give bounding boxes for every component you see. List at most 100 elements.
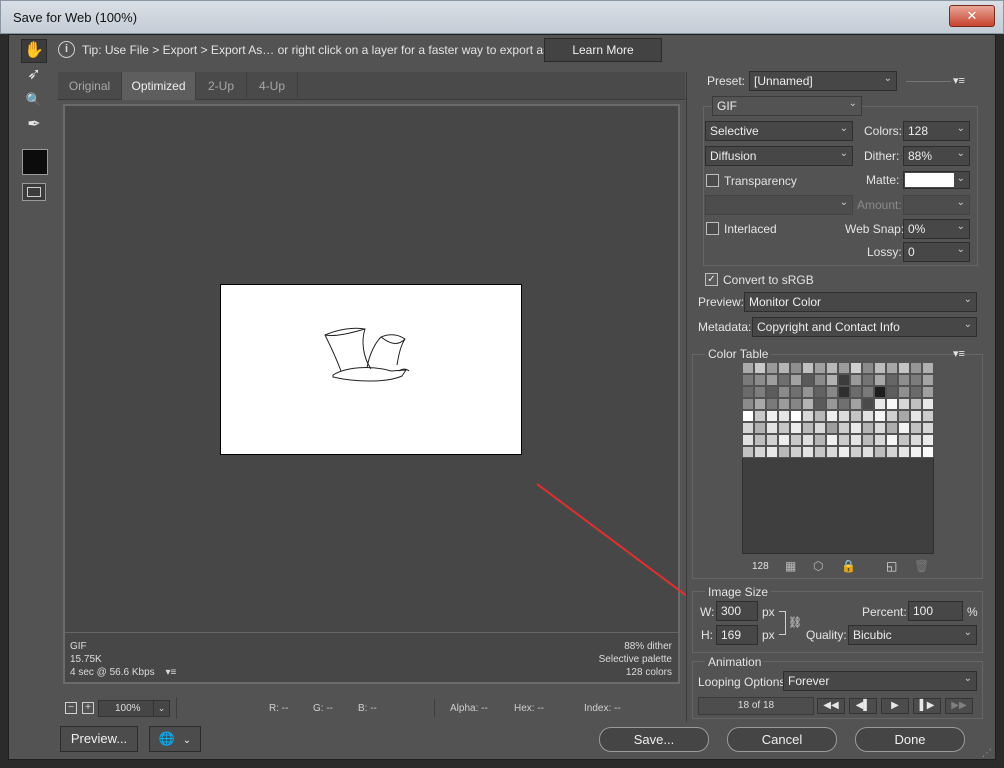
color-swatch[interactable] xyxy=(754,398,766,410)
color-swatch[interactable] xyxy=(754,386,766,398)
resize-grip-icon[interactable]: ⋰ xyxy=(982,748,992,759)
color-swatch[interactable] xyxy=(742,398,754,410)
color-swatch[interactable] xyxy=(742,446,754,458)
color-swatch[interactable] xyxy=(802,398,814,410)
color-swatch[interactable] xyxy=(922,398,934,410)
color-swatch[interactable] xyxy=(838,422,850,434)
color-swatch[interactable] xyxy=(922,422,934,434)
color-swatch[interactable] xyxy=(778,386,790,398)
color-swatch[interactable] xyxy=(814,434,826,446)
color-swatch[interactable] xyxy=(862,410,874,422)
color-swatch[interactable] xyxy=(742,374,754,386)
color-swatch[interactable] xyxy=(898,362,910,374)
color-swatch[interactable] xyxy=(790,434,802,446)
color-swatch[interactable] xyxy=(766,434,778,446)
color-swatch[interactable] xyxy=(922,446,934,458)
color-swatch[interactable] xyxy=(850,434,862,446)
color-reduction-dropdown[interactable]: Selective ⌄ xyxy=(705,121,853,141)
color-swatch[interactable] xyxy=(922,374,934,386)
color-swatch[interactable] xyxy=(898,422,910,434)
color-swatch[interactable] xyxy=(742,410,754,422)
browser-preview-dropdown[interactable]: 🌐 ⌄ xyxy=(149,726,201,752)
matte-dropdown[interactable]: ⌄ xyxy=(903,171,970,189)
preset-dropdown[interactable]: [Unnamed] ⌄ xyxy=(749,71,897,91)
metadata-dropdown[interactable]: Copyright and Contact Info ⌄ xyxy=(752,317,977,337)
color-swatch[interactable] xyxy=(886,362,898,374)
color-swatch[interactable] xyxy=(874,386,886,398)
color-swatch[interactable] xyxy=(754,434,766,446)
color-swatch[interactable] xyxy=(742,434,754,446)
color-swatch[interactable] xyxy=(802,422,814,434)
color-swatch[interactable] xyxy=(766,422,778,434)
done-button[interactable]: Done xyxy=(855,727,965,752)
color-swatch[interactable] xyxy=(778,362,790,374)
color-swatch[interactable] xyxy=(838,374,850,386)
color-swatch[interactable] xyxy=(874,410,886,422)
color-swatch[interactable] xyxy=(898,386,910,398)
color-table-menu-icon[interactable]: ▾≡ xyxy=(953,347,965,360)
color-swatch[interactable] xyxy=(838,386,850,398)
color-swatch[interactable] xyxy=(814,446,826,458)
color-swatch[interactable] xyxy=(778,446,790,458)
color-swatch[interactable] xyxy=(886,386,898,398)
color-swatch[interactable] xyxy=(826,398,838,410)
color-swatch[interactable] xyxy=(814,422,826,434)
color-swatch[interactable] xyxy=(850,398,862,410)
cancel-button[interactable]: Cancel xyxy=(727,727,837,752)
last-frame-icon[interactable]: ▶▶ xyxy=(945,698,973,714)
new-color-icon[interactable]: ◱ xyxy=(886,559,897,573)
color-swatch[interactable] xyxy=(826,422,838,434)
preview-dropdown[interactable]: Monitor Color ⌄ xyxy=(744,292,977,312)
web-snap-dropdown[interactable]: 0% ⌄ xyxy=(903,219,970,239)
zoom-in-icon[interactable]: + xyxy=(82,702,94,714)
color-swatch[interactable] xyxy=(802,446,814,458)
color-swatch[interactable] xyxy=(838,362,850,374)
color-swatch[interactable] xyxy=(790,446,802,458)
lock-icon[interactable]: 🔒 xyxy=(841,559,856,573)
color-swatch[interactable] xyxy=(778,374,790,386)
trash-icon[interactable]: 🗑 xyxy=(914,559,929,573)
color-swatch[interactable] xyxy=(862,434,874,446)
dither-algorithm-dropdown[interactable]: Diffusion ⌄ xyxy=(705,146,853,166)
color-swatch[interactable] xyxy=(778,410,790,422)
color-swatch[interactable] xyxy=(838,410,850,422)
color-swatch[interactable] xyxy=(874,398,886,410)
color-swatch[interactable] xyxy=(910,374,922,386)
color-swatch[interactable] xyxy=(802,362,814,374)
color-swatch[interactable] xyxy=(886,374,898,386)
color-swatch[interactable] xyxy=(754,374,766,386)
optimize-menu-icon[interactable]: ▾≡ xyxy=(953,74,965,87)
color-swatch[interactable] xyxy=(862,362,874,374)
color-swatch[interactable] xyxy=(826,434,838,446)
color-swatch[interactable] xyxy=(874,446,886,458)
color-swatch[interactable] xyxy=(778,422,790,434)
height-input[interactable]: 169 xyxy=(716,625,758,645)
first-frame-icon[interactable]: ◀◀ xyxy=(817,698,845,714)
color-swatch[interactable] xyxy=(874,362,886,374)
transparency-dither-dropdown[interactable]: ⌄ xyxy=(705,195,853,215)
convert-srgb-checkbox[interactable]: ✓ xyxy=(705,273,718,286)
color-swatch[interactable] xyxy=(826,446,838,458)
color-swatch[interactable] xyxy=(766,446,778,458)
color-swatch[interactable] xyxy=(802,386,814,398)
color-swatch[interactable] xyxy=(790,374,802,386)
color-swatch[interactable] xyxy=(814,374,826,386)
color-swatch[interactable] xyxy=(790,410,802,422)
next-frame-icon[interactable]: ▌▶ xyxy=(913,698,941,714)
color-swatch[interactable] xyxy=(838,434,850,446)
color-swatch[interactable] xyxy=(838,446,850,458)
color-swatch[interactable] xyxy=(790,422,802,434)
color-swatch[interactable] xyxy=(862,446,874,458)
color-swatch[interactable] xyxy=(910,386,922,398)
color-swatch[interactable] xyxy=(814,386,826,398)
color-swatch[interactable] xyxy=(898,398,910,410)
color-swatch[interactable] xyxy=(814,410,826,422)
color-swatch[interactable] xyxy=(766,410,778,422)
web-shift-icon[interactable]: ⬡ xyxy=(813,559,823,573)
color-swatch[interactable] xyxy=(910,422,922,434)
color-swatch[interactable] xyxy=(886,410,898,422)
color-swatch[interactable] xyxy=(886,446,898,458)
color-swatch[interactable] xyxy=(874,374,886,386)
color-swatch[interactable] xyxy=(754,422,766,434)
play-icon[interactable]: ▶ xyxy=(881,698,909,714)
